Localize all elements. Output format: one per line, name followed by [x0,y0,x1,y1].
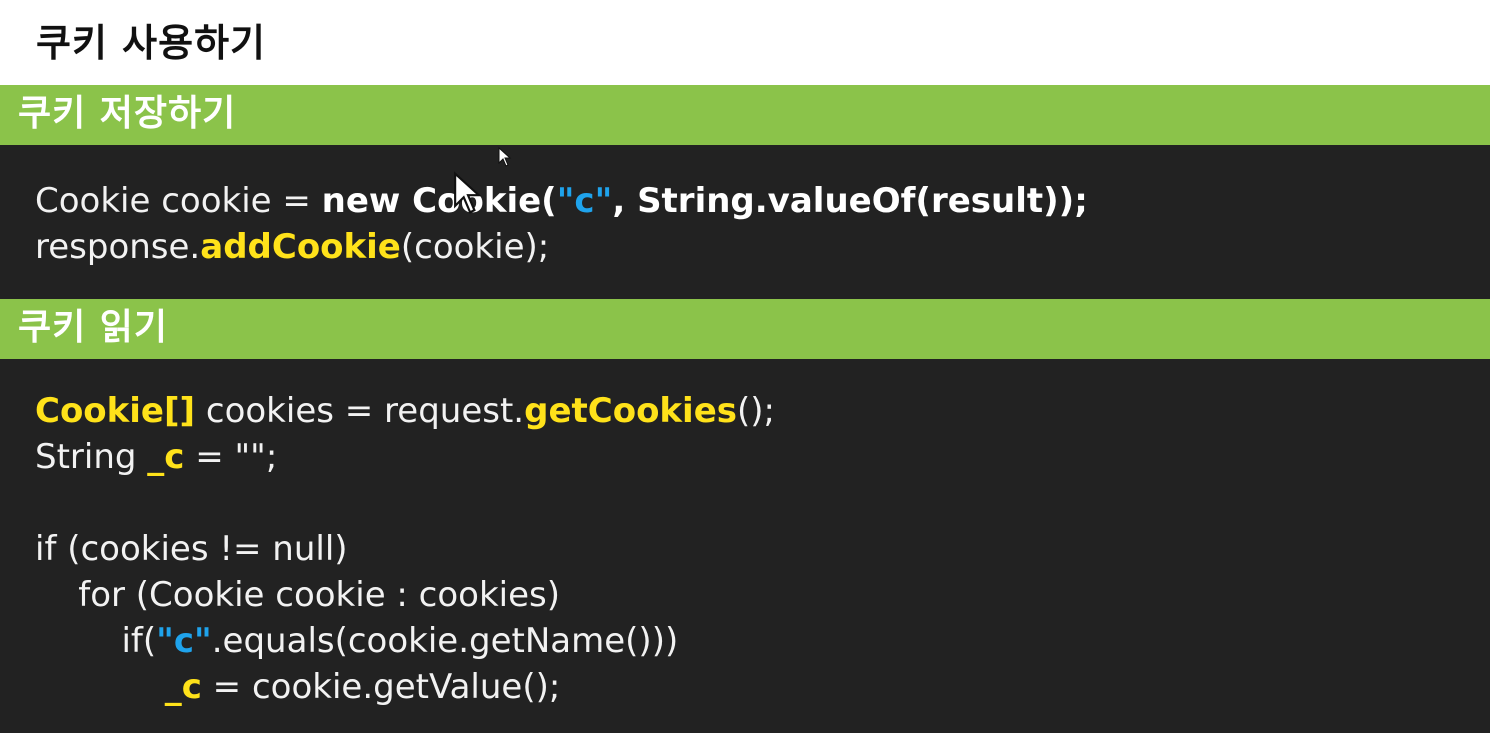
code-token: if (cookies != null) [35,529,348,569]
mouse-pointer-icon [498,147,512,167]
code-panel-read-cookie: Cookie[] cookies = request.getCookies();… [0,359,1490,733]
code-token: String [35,437,148,477]
section-header-read-cookie: 쿠키 읽기 [0,299,1490,359]
code-token: new Cookie( [321,181,557,221]
section-header-store-cookie: 쿠키 저장하기 [0,85,1490,145]
code-token: Cookie cookie = [35,181,322,221]
code-line: if (cookies != null) [35,529,348,569]
code-token: Cookie[] [35,391,196,431]
code-line: response.addCookie(cookie); [35,227,549,267]
code-panel-store-cookie: Cookie cookie = new Cookie("c", String.v… [0,145,1490,299]
code-token: = ""; [184,437,278,477]
code-line: String _c = ""; [35,437,277,477]
code-token: "c" [556,181,613,221]
code-token: cookies = request. [195,391,525,431]
code-token: _c [147,437,185,477]
mouse-pointer-icon [454,171,482,214]
code-token: getCookies [524,391,737,431]
code-token: , String.valueOf(result)); [612,181,1088,221]
code-line: Cookie[] cookies = request.getCookies(); [35,391,775,431]
code-line: for (Cookie cookie : cookies) [35,575,560,615]
code-token: if( [35,621,157,661]
code-line: Cookie cookie = new Cookie("c", String.v… [35,181,1088,221]
code-token: for (Cookie cookie : cookies) [35,575,561,615]
code-token: = cookie.getValue(); [201,667,561,707]
code-token: addCookie [200,227,401,267]
code-token: (); [737,391,775,431]
code-token: response. [35,227,201,267]
code-token: (cookie); [400,227,550,267]
code-token: .equals(cookie.getName())) [211,621,679,661]
page-title: 쿠키 사용하기 [36,21,266,65]
code-line: _c = cookie.getValue(); [35,667,561,707]
code-token: _c [164,667,202,707]
code-token: "c" [156,621,212,661]
code-line: if("c".equals(cookie.getName())) [35,621,678,661]
